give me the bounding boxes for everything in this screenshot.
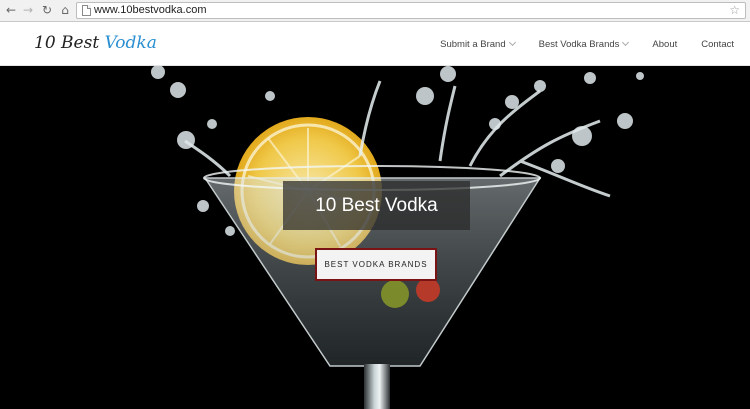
nav-item-label: Submit a Brand [440,38,506,50]
site-header: 10 Best Vodka Submit a Brand Best Vodka … [0,22,750,66]
back-arrow-icon[interactable]: ← [4,3,18,17]
address-bar[interactable]: www.10bestvodka.com ☆ [76,2,746,19]
nav-item-about[interactable]: About [652,39,677,50]
nav-item-label: Contact [701,38,734,50]
home-icon[interactable]: ⌂ [58,3,72,17]
hero-title: 10 Best Vodka [315,194,438,216]
chevron-down-icon [622,38,630,47]
main-nav: Submit a Brand Best Vodka Brands About C… [440,22,734,66]
nav-item-contact[interactable]: Contact [701,39,734,50]
best-vodka-brands-button[interactable]: BEST VODKA BRANDS [315,248,437,281]
martini-splash-image [0,66,750,409]
nav-item-best-vodka-brands[interactable]: Best Vodka Brands [538,38,630,50]
nav-item-submit-a-brand[interactable]: Submit a Brand [440,38,516,50]
site-logo[interactable]: 10 Best Vodka [34,33,157,53]
reload-icon[interactable]: ↻ [40,3,54,17]
nav-item-label: Best Vodka Brands [538,38,620,50]
hero-banner: 10 Best Vodka BEST VODKA BRANDS [0,66,750,409]
page-icon [82,5,91,16]
chevron-down-icon [508,38,516,47]
logo-accent-text: Vodka [104,33,157,53]
url-text[interactable]: www.10bestvodka.com [94,4,207,17]
forward-arrow-icon[interactable]: → [21,3,35,17]
bookmark-star-icon[interactable]: ☆ [729,3,740,18]
hero-button-label: BEST VODKA BRANDS [324,260,428,269]
logo-text: 10 Best [34,33,100,53]
browser-toolbar: ← → ↻ ⌂ www.10bestvodka.com ☆ [0,0,750,22]
nav-item-label: About [652,38,678,50]
hero-title-box: 10 Best Vodka [283,181,470,230]
